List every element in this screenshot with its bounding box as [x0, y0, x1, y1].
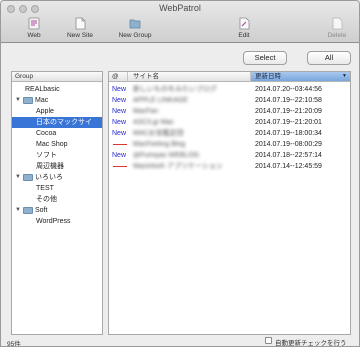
- status-new: New: [112, 108, 127, 115]
- group-item-soft[interactable]: ▼ Soft: [12, 205, 102, 216]
- group-item-apple[interactable]: Apple: [12, 106, 102, 117]
- update-date: 2014.07.18--22:57:14: [255, 152, 322, 159]
- table-row[interactable]: New MacFan 2014.07.19--21:20:09: [109, 106, 350, 117]
- update-date: 2014.07.19--18:00:34: [255, 130, 322, 137]
- update-date: 2014.07.20--03:44:56: [255, 86, 322, 93]
- group-header: Group: [12, 72, 102, 82]
- site-name: MacFeeling Blog: [133, 141, 186, 148]
- group-item-test[interactable]: TEST: [12, 183, 102, 194]
- site-count: 95件: [7, 341, 21, 347]
- status-new: New: [112, 130, 127, 137]
- select-button[interactable]: Select: [243, 51, 287, 65]
- table-row[interactable]: MacFeeling Blog 2014.07.19--08:00:29: [109, 139, 350, 150]
- disclosure-triangle-icon[interactable]: ▼: [15, 172, 21, 183]
- column-header-site-name[interactable]: サイト名: [133, 72, 159, 81]
- update-date: 2014.07.19--21:20:01: [255, 119, 322, 126]
- group-item-misc[interactable]: ▼ いろいろ: [12, 172, 102, 183]
- status-new: New: [112, 86, 127, 93]
- table-row[interactable]: New APPLE LINKAGE 2014.07.19--22:10:58: [109, 95, 350, 106]
- group-item-peripherals[interactable]: 周辺機器: [12, 161, 102, 172]
- group-item-other[interactable]: その他: [12, 194, 102, 205]
- delete-icon: [332, 17, 343, 30]
- group-item-software[interactable]: ソフト: [12, 150, 102, 161]
- disclosure-triangle-icon[interactable]: ▼: [15, 205, 21, 216]
- delete-label: Delete: [327, 32, 347, 39]
- folder-icon: [23, 174, 33, 181]
- status-new: New: [112, 97, 127, 104]
- column-header-status[interactable]: @: [112, 72, 119, 81]
- table-row[interactable]: New MACお宝鑑定団 2014.07.19--18:00:34: [109, 128, 350, 139]
- new-site-toolbar-button[interactable]: New Site: [50, 17, 110, 39]
- table-row[interactable]: New 新しいものをみたいブログ 2014.07.20--03:44:56: [109, 84, 350, 95]
- folder-icon: [23, 207, 33, 214]
- app-window: WebPatrol Web New Site New Group Edit De…: [0, 0, 360, 347]
- site-table: @ サイト名 更新日時 ▼ New 新しいものをみたいブログ 2014.07.2…: [108, 71, 351, 335]
- update-date: 2014.07.19--22:10:58: [255, 97, 322, 104]
- column-divider[interactable]: [127, 72, 128, 82]
- site-name: APPLE LINKAGE: [133, 97, 188, 104]
- no-update-mark: [113, 144, 127, 145]
- table-row[interactable]: New @Fumiyas WEBLOG 2014.07.18--22:57:14: [109, 150, 350, 161]
- group-item-mac[interactable]: ▼ Mac: [12, 95, 102, 106]
- sort-descending-icon: ▼: [342, 73, 347, 79]
- edit-label: Edit: [238, 32, 250, 39]
- site-name: @Fumiyas WEBLOG: [133, 152, 200, 159]
- new-group-toolbar-button[interactable]: New Group: [105, 17, 165, 39]
- disclosure-triangle-icon[interactable]: ▼: [15, 95, 21, 106]
- site-name: MacFan: [133, 108, 159, 115]
- table-row[interactable]: Macintosh アプリケーション 2014.07.14--12:45:59: [109, 161, 350, 172]
- group-item-mac-shop[interactable]: Mac Shop: [12, 139, 102, 150]
- web-icon: [28, 17, 40, 30]
- group-item-japan-mac-sites[interactable]: 日本のマックサイ: [12, 117, 102, 128]
- auto-check-checkbox[interactable]: [265, 337, 272, 344]
- update-date: 2014.07.19--21:20:09: [255, 108, 322, 115]
- site-name: ASCII.jp Mac: [133, 119, 174, 126]
- new-site-label: New Site: [66, 32, 93, 39]
- group-header-label: Group: [15, 73, 34, 80]
- auto-check-label[interactable]: 自動更新チェックを行う: [275, 337, 347, 346]
- table-row[interactable]: New ASCII.jp Mac 2014.07.19--21:20:01: [109, 117, 350, 128]
- folder-icon: [23, 97, 33, 104]
- update-date: 2014.07.14--12:45:59: [255, 163, 322, 170]
- delete-toolbar-button[interactable]: Delete: [315, 17, 359, 39]
- window-title: WebPatrol: [159, 3, 201, 13]
- group-item-cocoa[interactable]: Cocoa: [12, 128, 102, 139]
- site-name: 新しいものをみたいブログ: [133, 86, 217, 93]
- status-new: New: [112, 152, 127, 159]
- new-group-label: New Group: [118, 32, 152, 39]
- table-header: @ サイト名 更新日時 ▼: [109, 72, 350, 82]
- site-name: MACお宝鑑定団: [133, 130, 184, 137]
- update-date: 2014.07.19--08:00:29: [255, 141, 322, 148]
- all-button[interactable]: All: [307, 51, 351, 65]
- column-header-date-sorted[interactable]: 更新日時 ▼: [251, 72, 350, 81]
- folder-icon: [129, 19, 141, 29]
- edit-toolbar-button[interactable]: Edit: [214, 17, 274, 39]
- group-item-wordpress[interactable]: WordPress: [12, 216, 102, 227]
- titlebar: WebPatrol Web New Site New Group Edit De…: [1, 1, 359, 43]
- new-document-icon: [75, 17, 86, 30]
- group-panel: Group REALbasic ▼ Mac Apple 日本のマックサイ Coc…: [11, 71, 103, 335]
- status-new: New: [112, 119, 127, 126]
- no-update-mark: [113, 166, 127, 167]
- group-item-realbasic[interactable]: REALbasic: [12, 84, 102, 95]
- site-name: Macintosh アプリケーション: [133, 163, 223, 170]
- edit-icon: [239, 17, 250, 30]
